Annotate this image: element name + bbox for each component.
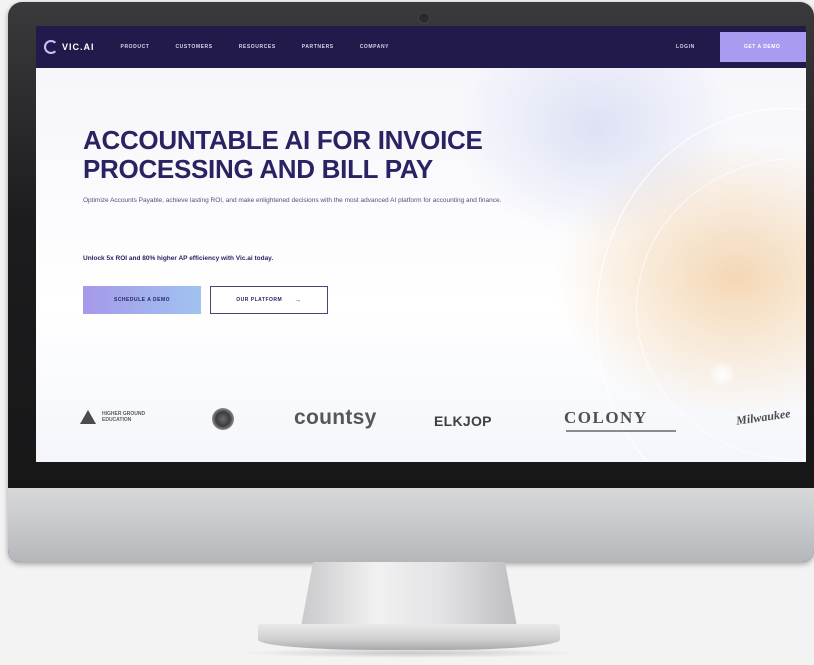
light-flare xyxy=(708,360,736,388)
nav-link-company[interactable]: COMPANY xyxy=(360,44,389,50)
schedule-demo-button[interactable]: SCHEDULE A DEMO xyxy=(83,286,201,314)
monitor-stand-neck xyxy=(300,562,518,632)
arrow-right-icon: → xyxy=(294,296,302,304)
colony-underline xyxy=(566,430,676,432)
nav-link-partners[interactable]: PARTNERS xyxy=(302,44,334,50)
customer-logos: HIGHER GROUND EDUCATION countsy ELKJOP C… xyxy=(36,390,806,440)
customer-logo-higher-ground: HIGHER GROUND EDUCATION xyxy=(80,410,152,424)
higher-ground-text: HIGHER GROUND EDUCATION xyxy=(102,411,146,423)
hero-unlock-text: Unlock 5x ROI and 80% higher AP efficien… xyxy=(83,255,274,262)
monitor-frame: VIC.AI PRODUCT CUSTOMERS RESOURCES PARTN… xyxy=(8,2,814,562)
hero-section: ACCOUNTABLE AI FOR INVOICE PROCESSING AN… xyxy=(36,68,806,462)
logo-text: VIC.AI xyxy=(62,42,95,52)
customer-logo-milwaukee: Milwaukee xyxy=(735,406,792,428)
schedule-demo-label: SCHEDULE A DEMO xyxy=(113,297,171,303)
nav-links: PRODUCT CUSTOMERS RESOURCES PARTNERS COM… xyxy=(121,44,416,50)
login-link[interactable]: LOGIN xyxy=(676,44,695,50)
our-platform-label: OUR PLATFORM xyxy=(236,297,283,303)
seal-logo-icon xyxy=(212,408,234,430)
hero-headline: ACCOUNTABLE AI FOR INVOICE PROCESSING AN… xyxy=(83,125,483,184)
nav-link-product[interactable]: PRODUCT xyxy=(121,44,150,50)
monitor-stand-base xyxy=(258,624,560,650)
triangle-logo-icon xyxy=(80,410,96,424)
logo-mark-icon xyxy=(44,40,58,54)
get-demo-button[interactable]: GET A DEMO xyxy=(720,32,806,62)
vic-ai-logo[interactable]: VIC.AI xyxy=(44,40,95,54)
camera-icon xyxy=(418,12,430,24)
customer-logo-elkjop: ELKJOP xyxy=(434,413,492,429)
hero-subtext: Optimize Accounts Payable, achieve lasti… xyxy=(83,197,502,204)
customer-logo-colony: COLONY xyxy=(564,408,648,427)
customer-logo-countsy: countsy xyxy=(294,406,377,429)
our-platform-button[interactable]: OUR PLATFORM → xyxy=(210,286,328,314)
monitor-chin xyxy=(8,488,814,562)
top-nav: VIC.AI PRODUCT CUSTOMERS RESOURCES PARTN… xyxy=(36,26,806,68)
nav-link-resources[interactable]: RESOURCES xyxy=(239,44,276,50)
screen: VIC.AI PRODUCT CUSTOMERS RESOURCES PARTN… xyxy=(36,26,806,462)
nav-link-customers[interactable]: CUSTOMERS xyxy=(175,44,212,50)
